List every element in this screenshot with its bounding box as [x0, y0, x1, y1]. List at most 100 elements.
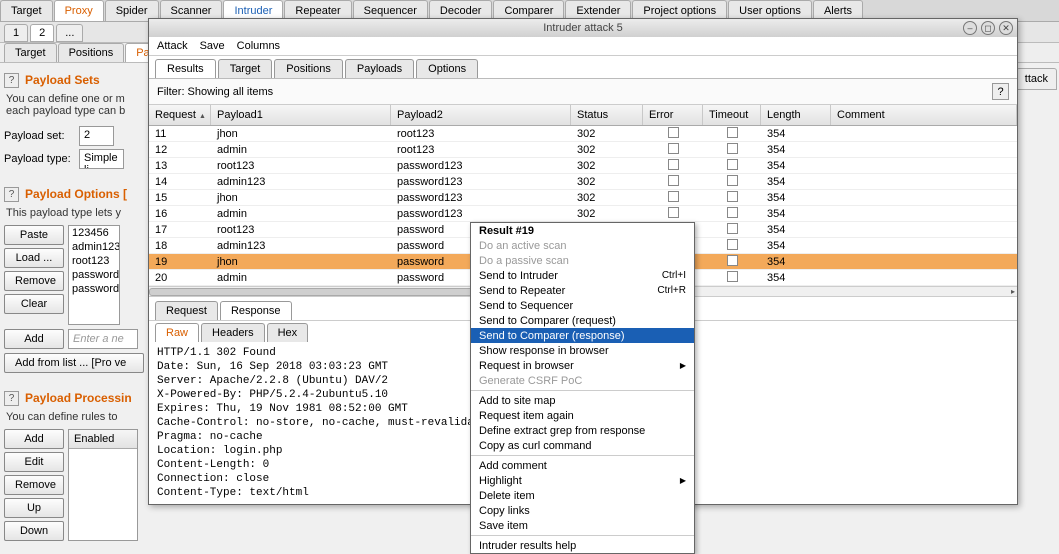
context-menu-item[interactable]: Send to IntruderCtrl+I — [471, 268, 694, 283]
view-tab-headers[interactable]: Headers — [201, 323, 265, 342]
table-row[interactable]: 15jhonpassword123302354 — [149, 190, 1017, 206]
context-menu-item[interactable]: Add comment — [471, 458, 694, 473]
col-timeout[interactable]: Timeout — [703, 105, 761, 125]
help-icon[interactable]: ? — [992, 83, 1009, 100]
help-icon[interactable]: ? — [4, 73, 19, 88]
payload-type-select[interactable]: Simple li — [79, 149, 124, 169]
attack-tab-target[interactable]: Target — [218, 59, 273, 78]
col-length[interactable]: Length — [761, 105, 831, 125]
clear-button[interactable]: Clear — [4, 294, 64, 314]
table-row[interactable]: 11jhonroot123302354 — [149, 126, 1017, 142]
context-menu-item[interactable]: Delete item — [471, 488, 694, 503]
proc-remove-button[interactable]: Remove — [4, 475, 64, 495]
context-menu-item[interactable]: Copy as curl command — [471, 438, 694, 453]
help-icon[interactable]: ? — [4, 187, 19, 202]
context-menu-item[interactable]: Send to Comparer (request) — [471, 313, 694, 328]
table-row[interactable]: 14admin123password123302354 — [149, 174, 1017, 190]
attack-tab-payloads[interactable]: Payloads — [345, 59, 414, 78]
attack-tab-results[interactable]: Results — [155, 59, 216, 78]
col-error[interactable]: Error — [643, 105, 703, 125]
proc-edit-button[interactable]: Edit — [4, 452, 64, 472]
add-from-list-button[interactable]: Add from list ... [Pro ve — [4, 353, 144, 373]
add-item-input[interactable] — [68, 329, 138, 349]
maximize-icon[interactable]: ◻ — [981, 21, 995, 35]
col-comment[interactable]: Comment — [831, 105, 1017, 125]
checkbox[interactable] — [668, 175, 679, 186]
load-button[interactable]: Load ... — [4, 248, 64, 268]
payload-list[interactable]: 123456admin123root123password1password — [68, 225, 120, 325]
context-menu-item[interactable]: Show response in browser — [471, 343, 694, 358]
proc-add-button[interactable]: Add — [4, 429, 64, 449]
add-button[interactable]: Add — [4, 329, 64, 349]
checkbox[interactable] — [727, 271, 738, 282]
list-item[interactable]: root123 — [69, 254, 119, 268]
proc-up-button[interactable]: Up — [4, 498, 64, 518]
list-item[interactable]: admin123 — [69, 240, 119, 254]
minimize-icon[interactable]: – — [963, 21, 977, 35]
context-menu-item[interactable]: Request in browser▶ — [471, 358, 694, 373]
menu-attack[interactable]: Attack — [157, 40, 188, 52]
session-tab-2[interactable]: 2 — [30, 24, 54, 42]
checkbox[interactable] — [727, 223, 738, 234]
sub-tab-positions[interactable]: Positions — [58, 43, 125, 62]
list-item[interactable]: 123456 — [69, 226, 119, 240]
list-item[interactable]: password1 — [69, 268, 119, 282]
session-tab-...[interactable]: ... — [56, 24, 83, 42]
table-header[interactable]: Request▲Payload1Payload2StatusErrorTimeo… — [149, 105, 1017, 126]
view-tab-hex[interactable]: Hex — [267, 323, 309, 342]
menu-save[interactable]: Save — [200, 40, 225, 52]
context-menu-item[interactable]: Send to Sequencer — [471, 298, 694, 313]
col-payload2[interactable]: Payload2 — [391, 105, 571, 125]
attack-tab-options[interactable]: Options — [416, 59, 478, 78]
context-menu-item[interactable]: Copy links — [471, 503, 694, 518]
menu-columns[interactable]: Columns — [237, 40, 280, 52]
view-tab-raw[interactable]: Raw — [155, 323, 199, 342]
col-status[interactable]: Status — [571, 105, 643, 125]
context-menu-item[interactable]: Save item — [471, 518, 694, 533]
rr-tab-request[interactable]: Request — [155, 301, 218, 320]
help-icon[interactable]: ? — [4, 391, 19, 406]
context-menu-item[interactable]: Intruder results help — [471, 538, 694, 553]
checkbox[interactable] — [727, 143, 738, 154]
checkbox[interactable] — [668, 143, 679, 154]
start-attack-tab[interactable]: ttack — [1016, 68, 1057, 90]
checkbox[interactable] — [668, 159, 679, 170]
session-tab-1[interactable]: 1 — [4, 24, 28, 42]
table-row[interactable]: 13root123password123302354 — [149, 158, 1017, 174]
close-icon[interactable]: ✕ — [999, 21, 1013, 35]
checkbox[interactable] — [727, 159, 738, 170]
context-menu-item[interactable]: Highlight▶ — [471, 473, 694, 488]
main-tab-target[interactable]: Target — [0, 0, 53, 21]
checkbox[interactable] — [668, 207, 679, 218]
context-menu-item[interactable]: Request item again — [471, 408, 694, 423]
checkbox[interactable] — [727, 239, 738, 250]
filter-label[interactable]: Filter: Showing all items — [157, 86, 273, 98]
col-payload1[interactable]: Payload1 — [211, 105, 391, 125]
table-row[interactable]: 12adminroot123302354 — [149, 142, 1017, 158]
window-titlebar[interactable]: Intruder attack 5 – ◻ ✕ — [149, 19, 1017, 37]
checkbox[interactable] — [727, 191, 738, 202]
sub-tab-target[interactable]: Target — [4, 43, 57, 62]
context-menu-title: Result #19 — [471, 223, 694, 238]
context-menu-item[interactable]: Add to site map — [471, 393, 694, 408]
checkbox[interactable] — [727, 255, 738, 266]
list-item[interactable]: password — [69, 282, 119, 296]
checkbox[interactable] — [727, 207, 738, 218]
main-tab-proxy[interactable]: Proxy — [54, 0, 104, 21]
remove-button[interactable]: Remove — [4, 271, 64, 291]
attack-tab-positions[interactable]: Positions — [274, 59, 343, 78]
table-row[interactable]: 16adminpassword123302354 — [149, 206, 1017, 222]
checkbox[interactable] — [727, 127, 738, 138]
paste-button[interactable]: Paste — [4, 225, 64, 245]
proc-down-button[interactable]: Down — [4, 521, 64, 541]
context-menu-item[interactable]: Define extract grep from response — [471, 423, 694, 438]
context-menu-item[interactable]: Send to RepeaterCtrl+R — [471, 283, 694, 298]
payload-set-select[interactable]: 2 — [79, 126, 114, 146]
checkbox[interactable] — [668, 191, 679, 202]
col-request[interactable]: Request▲ — [149, 105, 211, 125]
checkbox[interactable] — [727, 175, 738, 186]
cell — [831, 213, 1017, 215]
rr-tab-response[interactable]: Response — [220, 301, 292, 320]
context-menu-item[interactable]: Send to Comparer (response) — [471, 328, 694, 343]
checkbox[interactable] — [668, 127, 679, 138]
